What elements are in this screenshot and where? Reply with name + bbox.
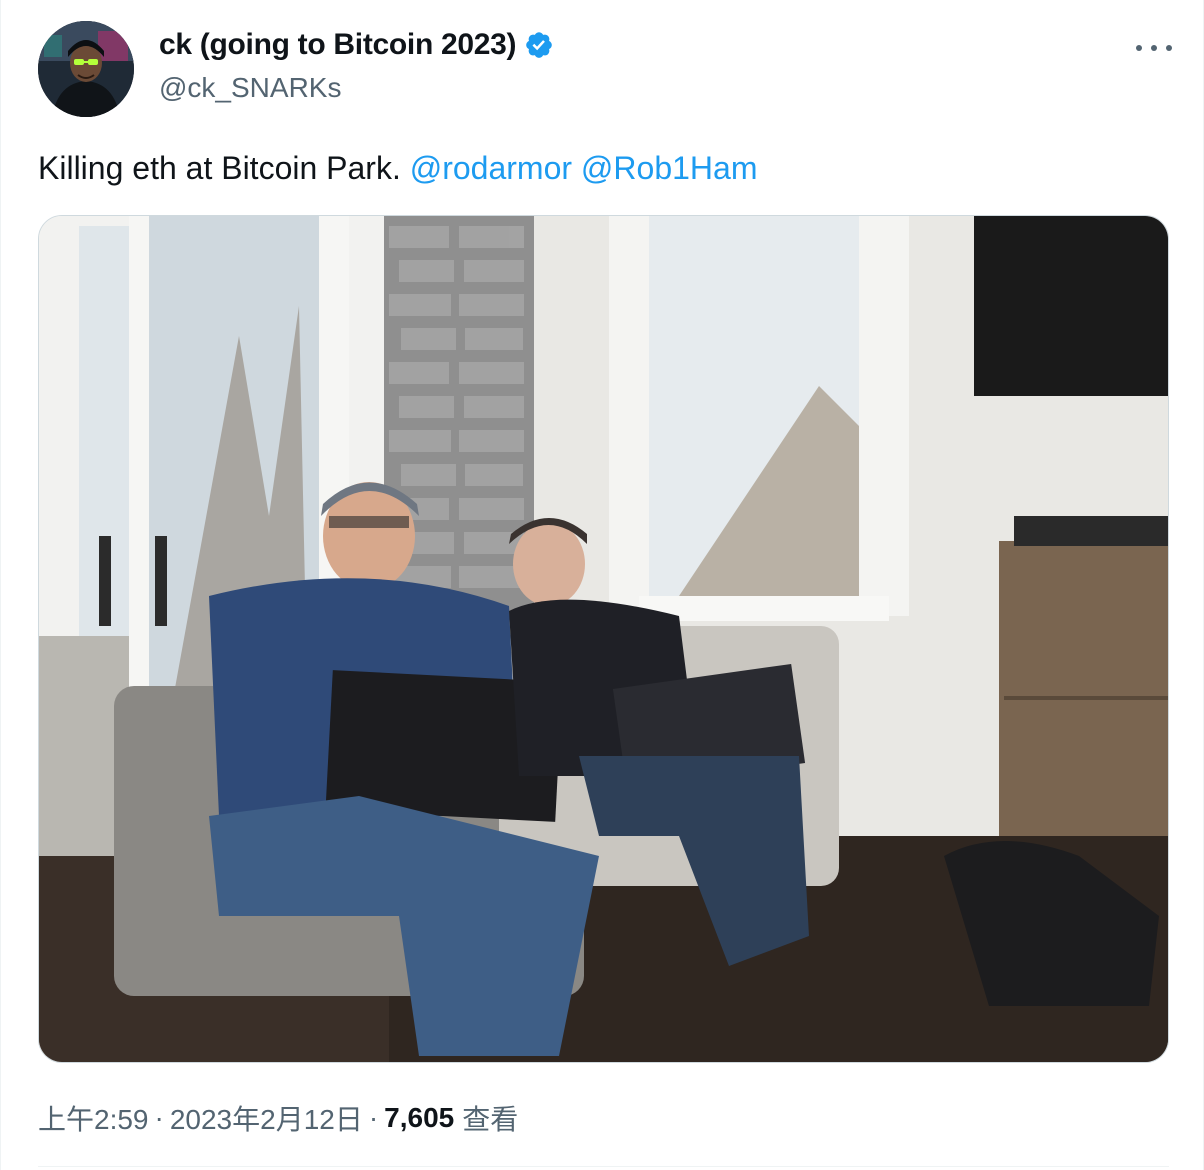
author-name-row: ck (going to Bitcoin 2023)	[159, 28, 554, 62]
tweet-text: Killing eth at Bitcoin Park. @rodarmor @…	[38, 150, 757, 187]
views-label: 查看	[462, 1104, 519, 1135]
tweet-time[interactable]: 上午2:59	[38, 1098, 149, 1138]
verified-badge-icon[interactable]	[524, 30, 554, 60]
avatar[interactable]	[38, 21, 134, 117]
author-handle[interactable]: @ck_SNARKs	[159, 72, 341, 104]
tweet-photo[interactable]	[38, 215, 1169, 1063]
mention-link[interactable]: @Rob1Ham	[581, 150, 758, 186]
views-count: 7,605	[384, 1102, 455, 1133]
avatar-image	[38, 21, 134, 117]
tweet-date[interactable]: 2023年2月12日	[170, 1098, 363, 1138]
tweet-card: ck (going to Bitcoin 2023) @ck_SNARKs Ki…	[0, 0, 1204, 1170]
photo-image	[39, 216, 1168, 1062]
more-options-icon[interactable]	[1136, 36, 1172, 60]
mention-link[interactable]: @rodarmor	[410, 150, 572, 186]
tweet-meta: 上午2:59 · 2023年2月12日 · 7,605 查看	[38, 1098, 518, 1138]
meta-separator: ·	[154, 1102, 164, 1133]
author-display-name[interactable]: ck (going to Bitcoin 2023)	[159, 28, 517, 62]
divider	[38, 1166, 1169, 1167]
tweet-text-body: Killing eth at Bitcoin Park.	[38, 150, 410, 186]
meta-separator: ·	[368, 1102, 379, 1133]
